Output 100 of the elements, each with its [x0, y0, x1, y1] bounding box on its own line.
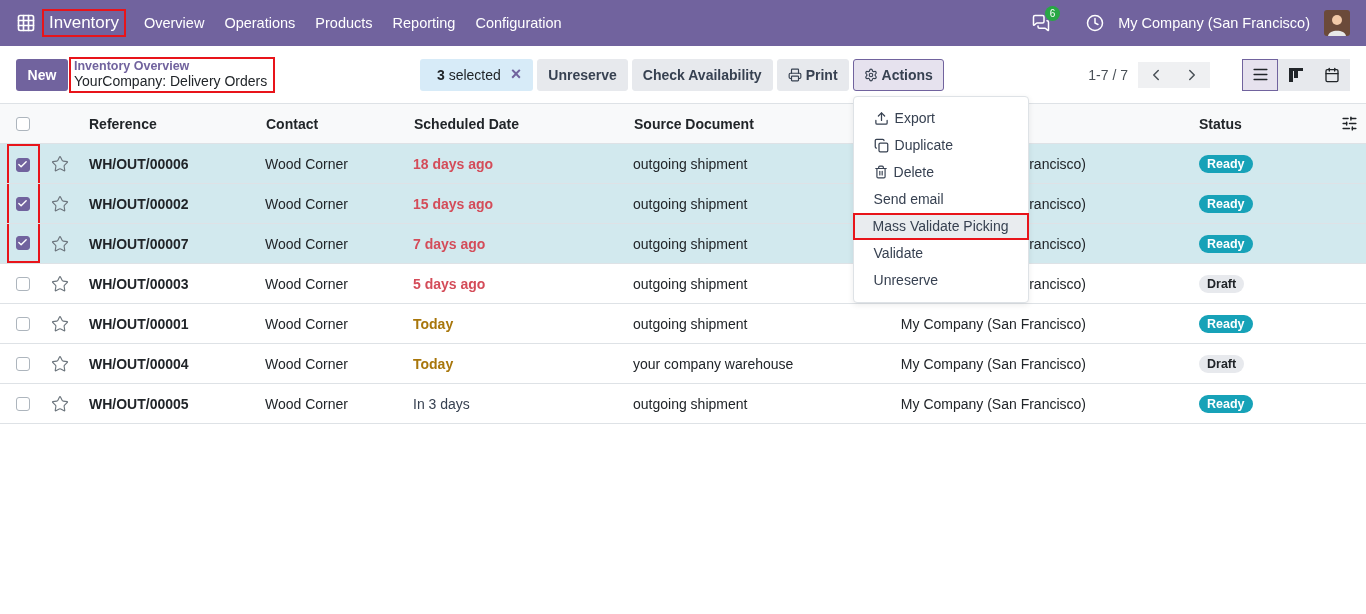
- column-header[interactable]: Reference: [80, 115, 257, 132]
- checkbox[interactable]: [15, 196, 30, 211]
- status-badge: Ready: [1199, 154, 1253, 173]
- app-name[interactable]: Inventory: [42, 9, 126, 37]
- status-badge: Ready: [1199, 234, 1253, 253]
- table-cell-text: In 3 days: [412, 395, 470, 412]
- clear-selection-button[interactable]: ×: [510, 64, 522, 85]
- table-cell: My Company (San Francisco): [900, 315, 1086, 332]
- pager-value: 1-7 / 7: [1088, 66, 1128, 83]
- star-icon[interactable]: [51, 354, 69, 373]
- table-cell-text: WH/OUT/00005: [88, 395, 189, 412]
- menu-item[interactable]: Reporting: [382, 15, 466, 31]
- kanban-icon: [1288, 66, 1304, 83]
- gear-icon: [863, 67, 878, 82]
- next-page-button[interactable]: [1174, 61, 1210, 88]
- trash-icon: [873, 165, 888, 179]
- print-button[interactable]: Print: [776, 58, 849, 91]
- table-cell-text: outgoing shipment: [632, 315, 748, 332]
- table-cell-text: WH/OUT/00006: [88, 155, 189, 172]
- dropdown-item[interactable]: Unreserve: [853, 266, 1028, 294]
- table-cell-text: WH/OUT/00007: [88, 235, 189, 252]
- checkbox[interactable]: [15, 116, 30, 131]
- toolbar-button[interactable]: Check Availability: [631, 58, 773, 91]
- star-icon[interactable]: [51, 234, 69, 253]
- table-cell-text: WH/OUT/00001: [88, 315, 189, 332]
- column-header[interactable]: Status: [1190, 115, 1242, 132]
- table-cell-text: WH/OUT/00003: [88, 275, 189, 292]
- table-cell-text: Wood Corner: [264, 355, 348, 372]
- printer-icon: [787, 67, 802, 82]
- column-settings-icon[interactable]: [1341, 115, 1358, 132]
- table-cell-text: WH/OUT/00004: [88, 355, 189, 372]
- previous-page-button[interactable]: [1138, 61, 1174, 88]
- table-cell-text: outgoing shipment: [632, 395, 748, 412]
- table-cell: rancisco): [1029, 155, 1086, 172]
- user-avatar[interactable]: [1324, 10, 1350, 36]
- checkbox[interactable]: [15, 316, 30, 331]
- page-title: YourCompany: Delivery Orders: [74, 72, 268, 89]
- table-cell-text: outgoing shipment: [632, 195, 748, 212]
- view-switch-button[interactable]: [1242, 58, 1278, 91]
- menu-item[interactable]: Products: [305, 15, 383, 31]
- calendar-icon: [1324, 66, 1340, 83]
- checkbox[interactable]: [15, 157, 30, 172]
- dropdown-item[interactable]: Duplicate: [853, 131, 1028, 159]
- table-cell-text: Wood Corner: [264, 315, 348, 332]
- status-badge: Ready: [1199, 394, 1253, 413]
- table-cell-text: Today: [412, 315, 454, 332]
- message-count-badge: 6: [1044, 6, 1061, 21]
- star-icon[interactable]: [51, 194, 69, 213]
- apps-menu-icon[interactable]: [16, 13, 36, 33]
- star-icon[interactable]: [51, 314, 69, 333]
- new-button[interactable]: New: [16, 58, 68, 91]
- table-cell-text: outgoing shipment: [632, 155, 748, 172]
- column-header[interactable]: Contact: [257, 115, 405, 132]
- checkbox[interactable]: [15, 276, 30, 291]
- upload-icon: [873, 110, 889, 126]
- star-icon[interactable]: [51, 154, 69, 173]
- checkbox[interactable]: [15, 235, 30, 250]
- table-cell-text: Wood Corner: [264, 275, 348, 292]
- table-cell: My Company (San Francisco): [900, 395, 1086, 412]
- table-cell-text: Wood Corner: [264, 155, 348, 172]
- menu-item[interactable]: Configuration: [465, 15, 572, 31]
- table-cell-text: Wood Corner: [264, 395, 348, 412]
- table-cell-text: 7 days ago: [412, 235, 486, 252]
- table-cell-text: 18 days ago: [412, 155, 494, 172]
- column-header[interactable]: Scheduled Date: [405, 115, 625, 132]
- checkbox[interactable]: [15, 356, 30, 371]
- dropdown-item[interactable]: Mass Validate Picking: [852, 212, 1029, 240]
- company-switcher[interactable]: My Company (San Francisco): [1118, 15, 1310, 31]
- dropdown-item[interactable]: Delete: [853, 158, 1028, 186]
- list-icon: [1251, 66, 1269, 83]
- table-cell: My Company (San Francisco): [900, 355, 1086, 372]
- status-badge: Draft: [1199, 274, 1245, 293]
- table-cell: rancisco): [1029, 195, 1086, 212]
- menu-item[interactable]: Operations: [214, 15, 306, 31]
- status-badge: Ready: [1199, 314, 1253, 333]
- table-cell-text: outgoing shipment: [632, 275, 748, 292]
- selection-count: 3 selected: [437, 66, 501, 83]
- status-badge: Ready: [1199, 194, 1253, 213]
- table-cell-text: outgoing shipment: [632, 235, 748, 252]
- table-cell-text: WH/OUT/00002: [88, 195, 189, 212]
- toolbar-button[interactable]: Unreserve: [537, 58, 628, 91]
- table-cell-text: Today: [412, 355, 454, 372]
- checkbox[interactable]: [15, 396, 30, 411]
- actions-button[interactable]: Actions: [852, 58, 944, 91]
- dropdown-item[interactable]: Send email: [853, 185, 1028, 213]
- clock-icon[interactable]: [1086, 14, 1105, 32]
- dropdown-item[interactable]: Validate: [853, 239, 1028, 267]
- breadcrumb-link[interactable]: Inventory Overview: [74, 58, 268, 73]
- table-cell: rancisco): [1029, 235, 1086, 252]
- table-cell-text: your company warehouse: [632, 355, 794, 372]
- star-icon[interactable]: [51, 394, 69, 413]
- star-icon[interactable]: [51, 274, 69, 293]
- table-cell-text: Wood Corner: [264, 235, 348, 252]
- messages-icon[interactable]: [1032, 14, 1051, 32]
- table-cell: rancisco): [1029, 275, 1086, 292]
- menu-item[interactable]: Overview: [133, 15, 215, 31]
- dropdown-item[interactable]: Export: [853, 104, 1028, 132]
- table-cell-text: 5 days ago: [412, 275, 486, 292]
- copy-icon: [873, 137, 889, 153]
- status-badge: Draft: [1199, 354, 1245, 373]
